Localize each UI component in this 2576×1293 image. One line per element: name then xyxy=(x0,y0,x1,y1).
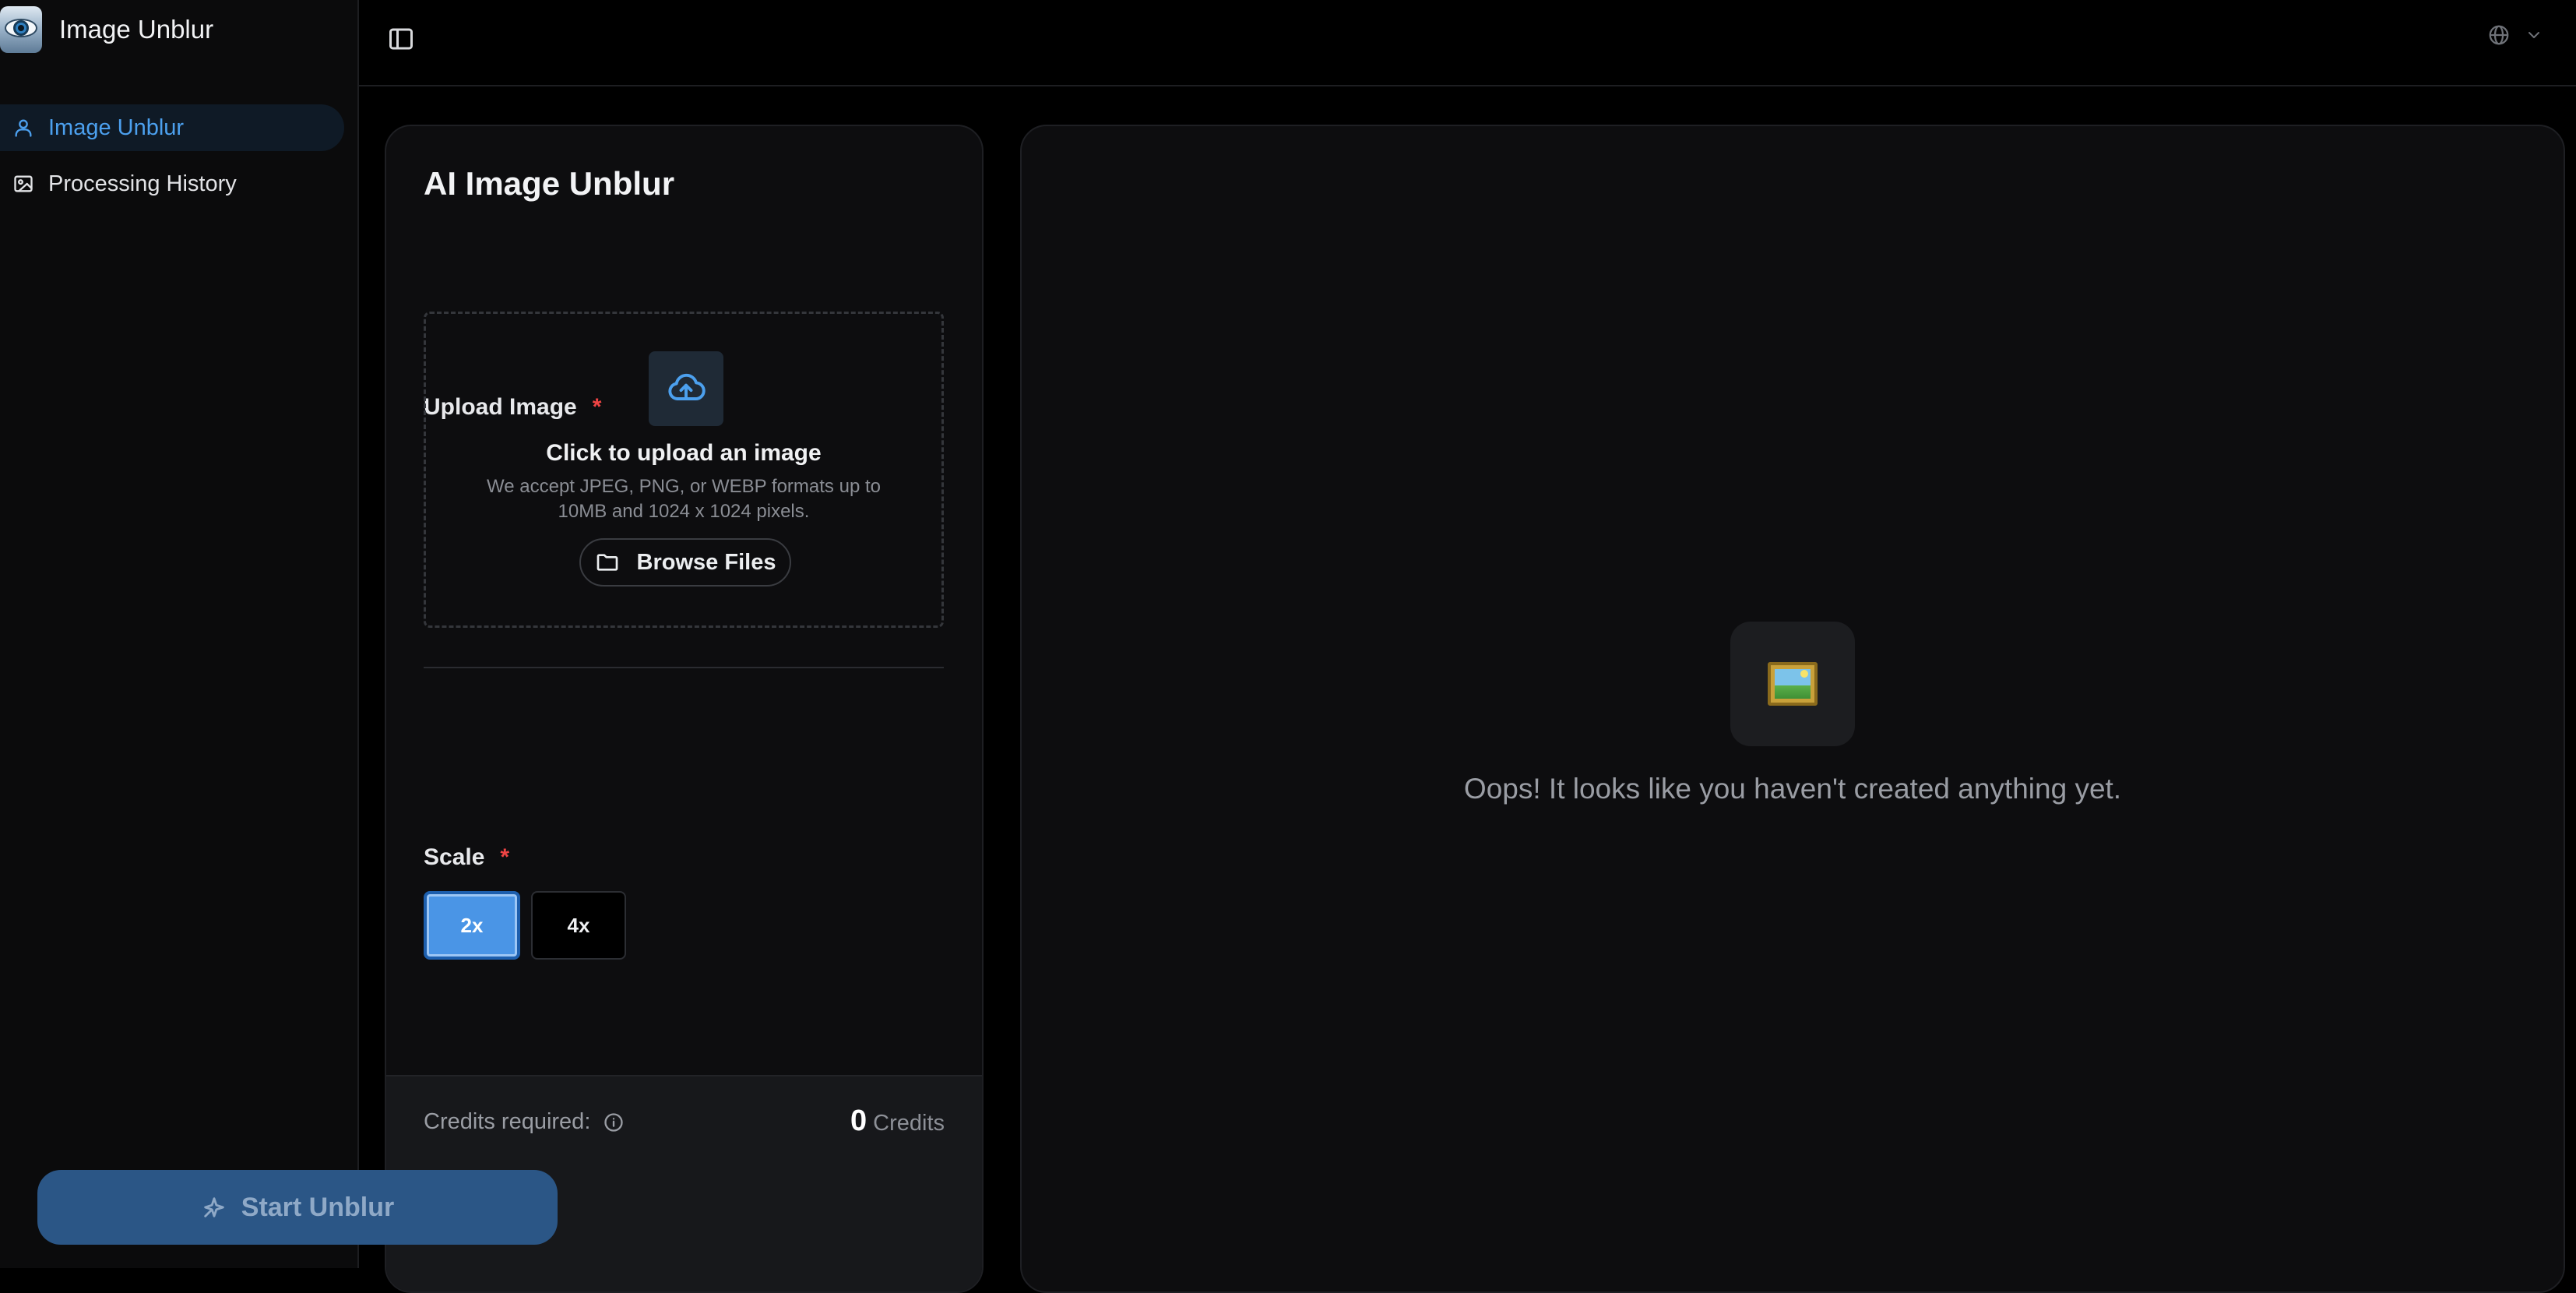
scale-option-4x[interactable]: 4x xyxy=(531,891,626,960)
sidebar-nav: Image Unblur Processing History xyxy=(0,104,344,217)
globe-icon xyxy=(2489,25,2509,45)
page-title: AI Image Unblur xyxy=(424,165,675,202)
credits-required-label: Credits required: xyxy=(424,1109,625,1135)
chevron-down-icon xyxy=(2528,32,2539,38)
credits-value: 0 Credits xyxy=(850,1105,945,1138)
framed-picture-icon xyxy=(1730,622,1855,746)
app-title: Image Unblur xyxy=(59,15,214,44)
app-logo-icon xyxy=(0,6,42,53)
upload-description: We accept JPEG, PNG, or WEBP formats up … xyxy=(487,476,881,522)
start-unblur-button[interactable]: Start Unblur xyxy=(37,1170,558,1245)
sidebar-item-label: Processing History xyxy=(48,171,237,196)
top-bar xyxy=(359,0,2576,86)
sparkle-icon xyxy=(204,1197,224,1217)
sidebar-item-processing-history[interactable]: Processing History xyxy=(0,160,344,207)
scale-option-2x[interactable]: 2x xyxy=(424,891,520,960)
start-unblur-label: Start Unblur xyxy=(241,1192,395,1222)
upload-title: Click to upload an image xyxy=(546,440,822,466)
browse-files-label: Browse Files xyxy=(636,549,776,575)
user-icon xyxy=(15,119,32,137)
language-selector[interactable] xyxy=(2487,23,2543,47)
credits-number: 0 xyxy=(850,1105,867,1137)
empty-state-text: Oops! It looks like you haven't created … xyxy=(1463,773,2122,805)
divider xyxy=(424,667,944,668)
sidebar-item-image-unblur[interactable]: Image Unblur xyxy=(0,104,344,151)
sidebar: Image Unblur Image Unblur Processing His… xyxy=(0,0,359,1268)
sidebar-item-label: Image Unblur xyxy=(48,115,185,140)
required-mark: * xyxy=(500,844,510,870)
upload-dropzone[interactable]: Click to upload an image We accept JPEG,… xyxy=(424,312,944,628)
cloud-upload-icon xyxy=(668,373,706,400)
folder-icon xyxy=(596,554,618,571)
credits-unit: Credits xyxy=(873,1111,945,1136)
credits-label-text: Credits required: xyxy=(424,1109,591,1134)
sidebar-toggle-icon[interactable] xyxy=(387,25,415,53)
upload-icon-box xyxy=(649,351,723,426)
info-icon[interactable] xyxy=(603,1112,625,1133)
scale-label-text: Scale xyxy=(424,844,485,870)
result-preview-panel: Oops! It looks like you haven't created … xyxy=(1020,125,2565,1293)
scale-options: 2x 4x xyxy=(424,891,626,960)
brand[interactable]: Image Unblur xyxy=(0,6,213,53)
scale-label: Scale * xyxy=(424,844,509,871)
image-icon xyxy=(14,175,33,192)
browse-files-button[interactable]: Browse Files xyxy=(579,538,791,587)
unblur-form-panel: AI Image Unblur Upload Image * Click to u… xyxy=(385,125,984,1293)
